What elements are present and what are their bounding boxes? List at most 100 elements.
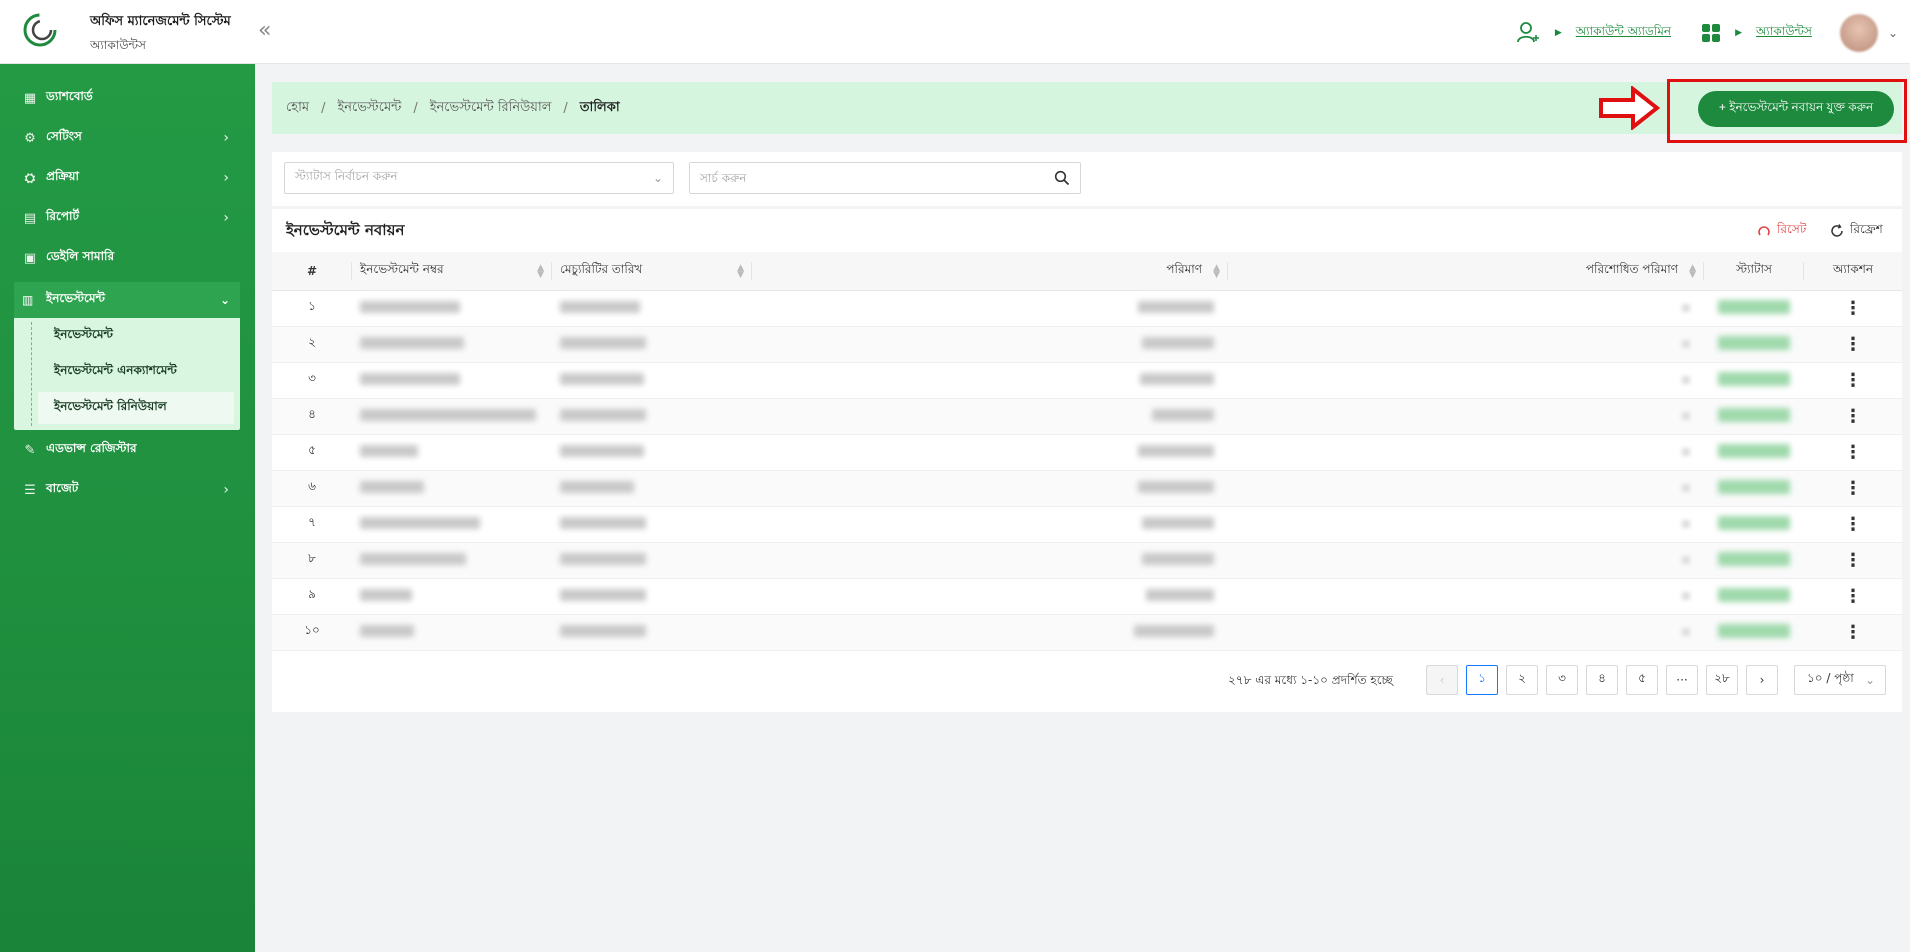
submenu-item-encashment[interactable]: ইনভেস্টমেন্ট এনক্যাশমেন্ট: [38, 356, 234, 388]
page-ellipsis-button[interactable]: ···: [1666, 665, 1698, 695]
table-row: ৭ ⋮: [272, 506, 1902, 543]
page-3-button[interactable]: ৩: [1546, 665, 1578, 695]
page-1-button[interactable]: ১: [1466, 665, 1498, 695]
row-index: ৪: [272, 398, 352, 435]
refresh-button[interactable]: রিফ্রেশ: [1830, 221, 1883, 241]
row-index: ২: [272, 326, 352, 363]
search-icon[interactable]: [1054, 170, 1070, 186]
sidebar-item-report[interactable]: ▤ রিপোর্ট ›: [0, 200, 255, 236]
sidebar-item-budget[interactable]: ☰ বাজেট ›: [0, 472, 255, 508]
sidebar-item-process[interactable]: ⛭ প্রক্রিয়া ›: [0, 160, 255, 196]
breadcrumb-home[interactable]: হোম: [286, 98, 309, 119]
more-options-icon[interactable]: ⋮: [1844, 586, 1862, 607]
logo-icon: [23, 13, 57, 47]
table-title: ইনভেস্টমেন্ট নবায়ন: [286, 221, 405, 239]
redacted-value: [360, 480, 424, 493]
row-investment-number: [352, 542, 552, 579]
row-action[interactable]: ⋮: [1804, 614, 1902, 651]
breadcrumb-investment[interactable]: ইনভেস্টমেন্ট: [337, 98, 401, 119]
row-action[interactable]: ⋮: [1804, 470, 1902, 507]
sidebar-item-daily-summary[interactable]: ▣ ডেইলি সামারি: [0, 240, 255, 276]
redacted-value: [560, 408, 646, 421]
row-investment-number: [352, 506, 552, 543]
sort-icon: ▲ ▼: [537, 263, 544, 280]
next-page-button[interactable]: ›: [1746, 665, 1778, 695]
status-badge: [1718, 407, 1790, 422]
row-action[interactable]: ⋮: [1804, 542, 1902, 579]
page-4-button[interactable]: ৪: [1586, 665, 1618, 695]
row-action[interactable]: ⋮: [1804, 434, 1902, 471]
more-options-icon[interactable]: ⋮: [1844, 622, 1862, 643]
row-index: ৭: [272, 506, 352, 543]
redacted-value: [360, 300, 460, 313]
submenu-item-renewal[interactable]: ইনভেস্টমেন্ট রিনিউয়াল: [38, 392, 234, 424]
row-maturity-date: [552, 506, 752, 543]
submenu-item-investment[interactable]: ইনভেস্টমেন্ট: [38, 320, 234, 352]
col-amount[interactable]: পরিমাণ ▲ ▼: [752, 252, 1228, 291]
chevron-down-icon[interactable]: ⌄: [1888, 26, 1898, 40]
add-renewal-button[interactable]: + ইনভেস্টমেন্ট নবায়ন যুক্ত করুন: [1698, 91, 1894, 127]
status-badge: [1718, 335, 1790, 350]
apps-grid-icon: [1702, 24, 1721, 42]
sidebar-item-investment[interactable]: ▥ ইনভেস্টমেন্ট ⌄: [14, 282, 240, 318]
more-options-icon[interactable]: ⋮: [1844, 514, 1862, 535]
more-options-icon[interactable]: ⋮: [1844, 550, 1862, 571]
refresh-icon: [1831, 224, 1843, 237]
more-options-icon[interactable]: ⋮: [1844, 334, 1862, 355]
row-maturity-date: [552, 578, 752, 615]
row-action[interactable]: ⋮: [1804, 398, 1902, 435]
sidebar-item-advance-register[interactable]: ✎ এডভান্স রেজিস্টার: [0, 432, 255, 468]
row-status: [1704, 542, 1804, 579]
row-amount: [752, 290, 1228, 327]
status-select[interactable]: স্ট্যাটাস নির্বাচন করুন ⌄: [284, 162, 674, 194]
page-28-button[interactable]: ২৮: [1706, 665, 1738, 695]
status-badge: [1718, 479, 1790, 494]
row-amount: [752, 578, 1228, 615]
row-action[interactable]: ⋮: [1804, 326, 1902, 363]
role-link[interactable]: অ্যাকাউন্ট অ্যাডমিন: [1576, 23, 1671, 43]
chevron-right-icon: ›: [223, 482, 229, 498]
more-options-icon[interactable]: ⋮: [1844, 370, 1862, 391]
search-input[interactable]: [690, 163, 1030, 193]
row-index: ৮: [272, 542, 352, 579]
row-action[interactable]: ⋮: [1804, 578, 1902, 615]
more-options-icon[interactable]: ⋮: [1844, 478, 1862, 499]
sidebar-item-settings[interactable]: ⚙ সেটিংস ›: [0, 120, 255, 156]
avatar[interactable]: [1839, 14, 1878, 52]
prev-page-button[interactable]: ‹: [1426, 665, 1458, 695]
more-options-icon[interactable]: ⋮: [1844, 406, 1862, 427]
collapse-sidebar-icon[interactable]: «: [258, 18, 271, 43]
chevron-down-icon: ⌄: [1864, 673, 1875, 687]
col-paid-amount[interactable]: পরিশোধিত পরিমাণ ▲ ▼: [1228, 252, 1704, 291]
row-amount: [752, 362, 1228, 399]
row-paid-amount: [1228, 578, 1704, 615]
table-card: ইনভেস্টমেন্ট নবায়ন রিসেট রিফ্রেশ # ইনভে…: [272, 209, 1902, 712]
user-switch-icon: [1516, 22, 1539, 43]
col-investment-number[interactable]: ইনভেস্টমেন্ট নম্বর ▲ ▼: [352, 252, 552, 291]
page-5-button[interactable]: ৫: [1626, 665, 1658, 695]
breadcrumb-renewal[interactable]: ইনভেস্টমেন্ট রিনিউয়াল: [430, 98, 552, 119]
row-maturity-date: [552, 542, 752, 579]
redacted-value: [560, 444, 644, 457]
investment-icon: ▥: [22, 293, 34, 307]
more-options-icon[interactable]: ⋮: [1844, 298, 1862, 319]
row-action[interactable]: ⋮: [1804, 362, 1902, 399]
row-amount: [752, 542, 1228, 579]
row-status: [1704, 398, 1804, 435]
redacted-value: [1142, 516, 1214, 529]
reset-button[interactable]: রিসেট: [1757, 221, 1806, 241]
sidebar-item-dashboard[interactable]: ▦ ড্যাশবোর্ড: [0, 80, 255, 116]
page-2-button[interactable]: ২: [1506, 665, 1538, 695]
row-action[interactable]: ⋮: [1804, 290, 1902, 327]
chevron-right-icon: ›: [223, 210, 229, 226]
module-link[interactable]: অ্যাকাউন্টস: [1756, 23, 1812, 43]
row-action[interactable]: ⋮: [1804, 506, 1902, 543]
table-row: ৫ ⋮: [272, 434, 1902, 471]
more-options-icon[interactable]: ⋮: [1844, 442, 1862, 463]
row-investment-number: [352, 326, 552, 363]
page-size-select[interactable]: ১০ / পৃষ্ঠা ⌄: [1794, 665, 1886, 695]
row-paid-amount: [1228, 542, 1704, 579]
chevron-right-icon: ›: [223, 130, 229, 146]
col-maturity-date[interactable]: মেচ্যুরিটির তারিখ ▲ ▼: [552, 252, 752, 291]
breadcrumb-current: তালিকা: [579, 99, 620, 115]
